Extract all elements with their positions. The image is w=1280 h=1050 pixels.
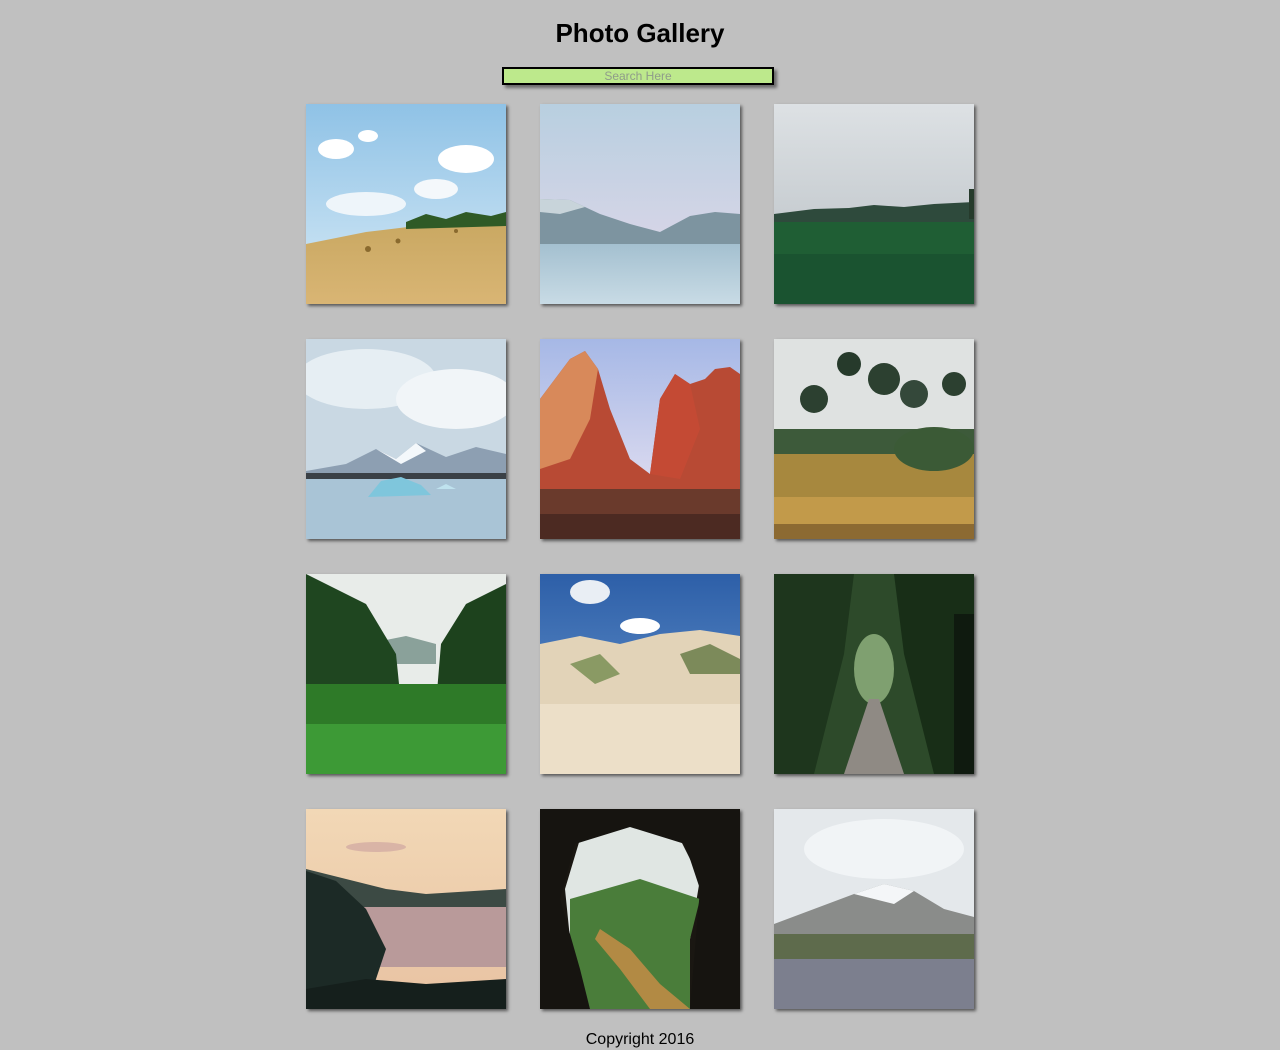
green-meadow-photo[interactable] — [774, 104, 974, 304]
coastal-sunset-photo[interactable] — [306, 809, 506, 1009]
glacier-lagoon-image — [306, 339, 506, 539]
cave-valley-view-image — [540, 809, 740, 1009]
page: Photo Gallery Search Here Copyright 2016 — [0, 0, 1280, 1050]
coastal-sunset-image — [306, 809, 506, 1009]
jungle-valley-photo[interactable] — [306, 574, 506, 774]
sand-dunes-image — [540, 574, 740, 774]
sand-dunes-photo[interactable] — [540, 574, 740, 774]
hay-field-image — [306, 104, 506, 304]
cave-valley-view-photo[interactable] — [540, 809, 740, 1009]
garden-trees-photo[interactable] — [774, 339, 974, 539]
forest-path-photo[interactable] — [774, 574, 974, 774]
footer-copyright: Copyright 2016 — [585, 1031, 695, 1048]
search-input[interactable] — [502, 67, 774, 85]
snowy-mountain-lupines-image — [774, 809, 974, 1009]
jungle-valley-image — [306, 574, 506, 774]
hay-field-photo[interactable] — [306, 104, 506, 304]
snowy-mountain-lupines-photo[interactable] — [774, 809, 974, 1009]
forest-path-image — [774, 574, 974, 774]
glacier-lagoon-photo[interactable] — [306, 339, 506, 539]
green-meadow-image — [774, 104, 974, 304]
red-canyon-cliffs-photo[interactable] — [540, 339, 740, 539]
lake-mountains-photo[interactable] — [540, 104, 740, 304]
page-title: Photo Gallery — [555, 18, 725, 48]
garden-trees-image — [774, 339, 974, 539]
red-canyon-cliffs-image — [540, 339, 740, 539]
lake-mountains-image — [540, 104, 740, 304]
photo-grid — [306, 104, 976, 1014]
